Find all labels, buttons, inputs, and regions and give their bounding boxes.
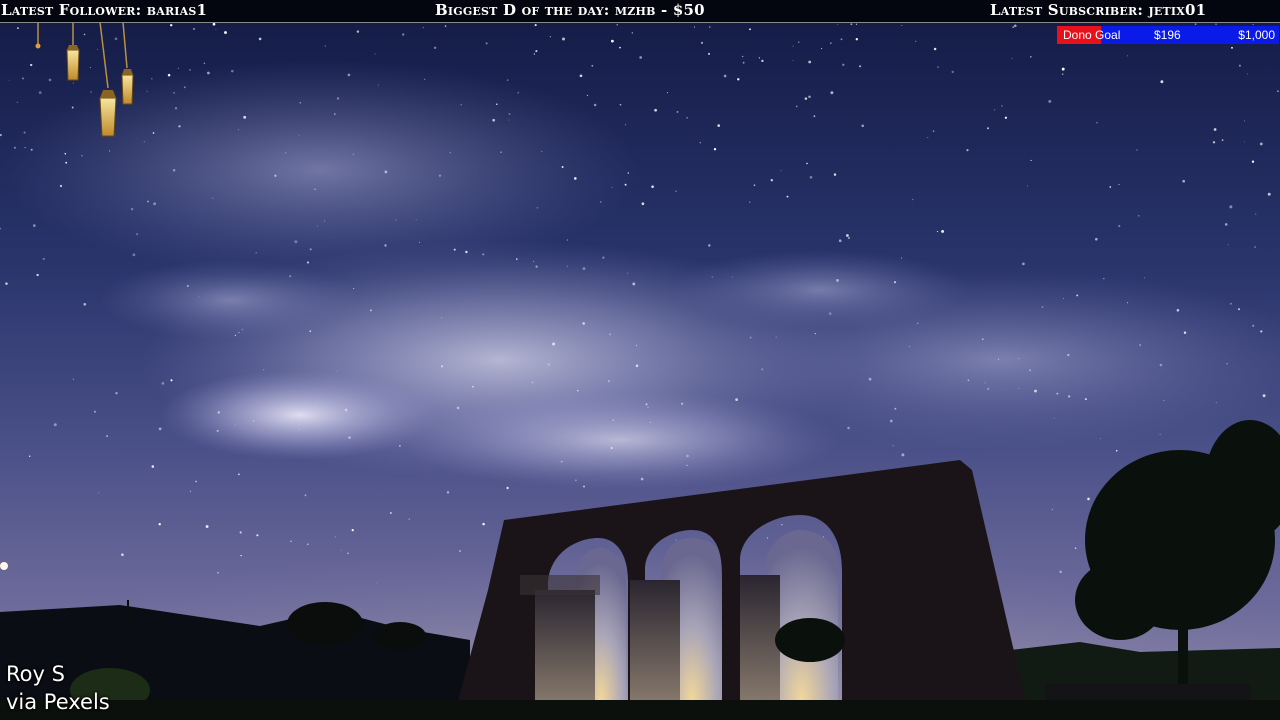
donation-goal-current: $196 [1154,28,1181,42]
photo-credit-author: Roy S [6,662,65,686]
photo-credit-source: via Pexels [6,690,110,714]
donation-goal-label: Dono Goal [1063,28,1121,42]
stream-overlay: Latest Follower: barias1 Biggest D of th… [0,0,1280,720]
latest-follower-text: Latest Follower: barias1 [1,1,208,19]
latest-subscriber-text: Latest Subscriber: jetix01 [990,1,1207,19]
night-sky-photo [0,0,1280,720]
donation-goal-bar: Dono Goal $196 $1,000 [1057,26,1279,44]
stream-top-bar: Latest Follower: barias1 Biggest D of th… [0,0,1280,23]
biggest-donation-text: Biggest D of the day: mzhb - $50 [435,1,705,19]
donation-goal-target: $1,000 [1238,28,1275,42]
